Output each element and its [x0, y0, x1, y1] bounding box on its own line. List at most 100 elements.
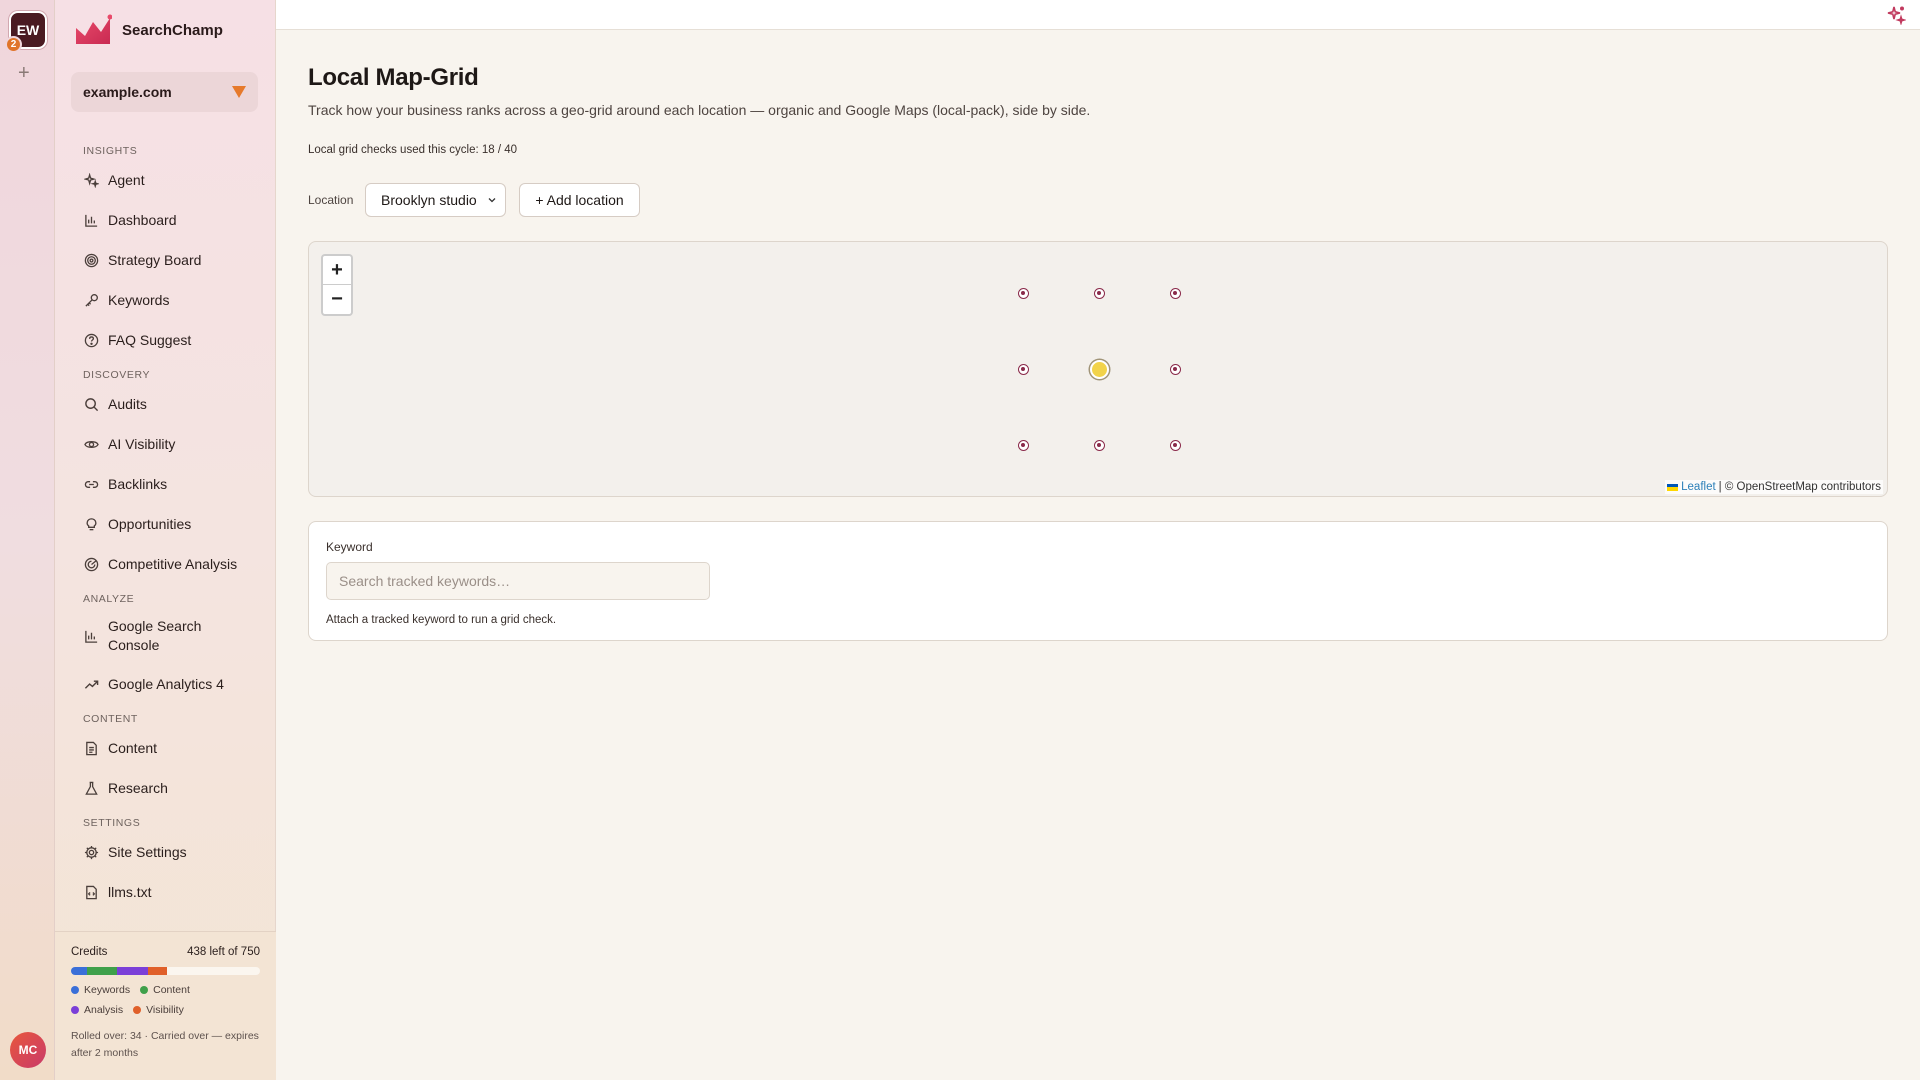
sidebar-item-label: llms.txt: [108, 883, 152, 900]
search-icon: [83, 396, 99, 412]
page-subtitle: Track how your business ranks across a g…: [308, 102, 1091, 118]
usage-counter: Local grid checks used this cycle: 18 / …: [308, 144, 518, 156]
sidebar-item-label: Dashboard: [108, 211, 177, 228]
grid-point-marker[interactable]: [1169, 363, 1181, 375]
legend-item-analysis: Analysis: [71, 1004, 123, 1016]
workspace-initials: EW: [16, 22, 40, 38]
sidebar-item-keywords[interactable]: Keywords: [55, 280, 276, 320]
sidebar-item-google-search-console[interactable]: Google Search Console: [55, 608, 276, 664]
user-avatar[interactable]: MC: [10, 1032, 46, 1068]
sidebar-item-label: Research: [108, 779, 168, 796]
grid-point-marker[interactable]: [1169, 439, 1181, 451]
legend-dot: [71, 986, 79, 994]
top-bar: [276, 0, 1920, 30]
workspace-rail: EW 2 + MC: [0, 0, 55, 1080]
legend-item-keywords: Keywords: [71, 984, 130, 996]
add-workspace-button[interactable]: +: [18, 63, 30, 83]
sidebar-item-label: Backlinks: [108, 475, 168, 492]
sidebar-item-faq-suggest[interactable]: FAQ Suggest: [55, 320, 276, 360]
sidebar-item-label: Google Search Console: [108, 618, 202, 653]
sidebar-item-strategy-board[interactable]: Strategy Board: [55, 240, 276, 280]
sidebar-item-content[interactable]: Content: [55, 728, 276, 768]
location-select[interactable]: Brooklyn studio: [365, 183, 506, 217]
grid-point-marker[interactable]: [1017, 439, 1029, 451]
lightbulb-icon: [83, 516, 99, 532]
nav-section-settings: SETTINGS: [83, 817, 141, 829]
nav-section-content: CONTENT: [83, 713, 138, 725]
ukraine-flag-icon: [1667, 483, 1679, 491]
sidebar-item-research[interactable]: Research: [55, 768, 276, 808]
sidebar-item-label: Opportunities: [108, 515, 192, 532]
page-title: Local Map-Grid: [308, 64, 479, 91]
sidebar-item-label: AI Visibility: [108, 435, 176, 452]
nav-section-insights: INSIGHTS: [83, 145, 138, 157]
zoom-control: + −: [321, 254, 353, 316]
sidebar-item-label: Agent: [108, 171, 145, 188]
sidebar-item-opportunities[interactable]: Opportunities: [55, 504, 276, 544]
legend-dot: [71, 1006, 79, 1014]
map-grid[interactable]: + − Leaflet | © OpenStreetMap contributo…: [308, 241, 1888, 497]
legend-label: Visibility: [146, 1004, 184, 1016]
sidebar-item-competitive-analysis[interactable]: Competitive Analysis: [55, 544, 276, 584]
brand-name: SearchChamp: [122, 21, 223, 39]
zoom-in-button[interactable]: +: [323, 256, 351, 285]
bar-chart-icon: [83, 212, 99, 228]
key-icon: [83, 292, 99, 308]
credits-summary: 438 left of 750: [187, 946, 260, 958]
sidebar-item-label: FAQ Suggest: [108, 331, 192, 348]
brand[interactable]: SearchChamp: [75, 14, 223, 46]
gear-icon: [83, 844, 99, 860]
legend-dot: [133, 1006, 142, 1014]
caret-down-icon: [232, 86, 246, 98]
legend-label: Analysis: [84, 1004, 124, 1016]
legend-label: Keywords: [84, 984, 131, 996]
legend-dot: [140, 986, 149, 994]
sidebar-item-llms-txt[interactable]: llms.txt: [55, 872, 276, 912]
keyword-search-input[interactable]: [326, 562, 710, 600]
grid-point-marker[interactable]: [1169, 287, 1181, 299]
credits-legend: Keywords Content Analysis Visibility: [71, 984, 221, 1016]
legend-label: Content: [153, 984, 190, 996]
site-selector-value: example.com: [83, 84, 172, 100]
grid-point-marker[interactable]: [1017, 363, 1029, 375]
eye-icon: [83, 436, 99, 452]
keyword-label: Keyword: [326, 540, 373, 554]
sidebar-item-label: Keywords: [108, 291, 170, 308]
add-location-button[interactable]: + Add location: [519, 183, 640, 217]
sidebar-item-ai-visibility[interactable]: AI Visibility: [55, 424, 276, 464]
grid-point-marker[interactable]: [1093, 439, 1105, 451]
legend-item-content: Content: [140, 984, 190, 996]
sidebar-item-label: Google Analytics 4: [108, 675, 224, 692]
target-icon: [83, 252, 99, 268]
nav-section-analyze: ANALYZE: [83, 593, 135, 605]
attribution-text: | © OpenStreetMap contributors: [1718, 481, 1881, 493]
sparkle-icon[interactable]: [1886, 5, 1906, 25]
sidebar-item-google-analytics-4[interactable]: Google Analytics 4: [55, 664, 276, 704]
sidebar-item-agent[interactable]: Agent: [55, 160, 276, 200]
credits-segment-analysis: [116, 967, 149, 975]
zoom-out-button[interactable]: −: [323, 285, 351, 314]
sidebar-item-site-settings[interactable]: Site Settings: [55, 832, 276, 872]
sidebar-item-label: Site Settings: [108, 843, 187, 860]
nav-section-discovery: DISCOVERY: [83, 369, 151, 381]
location-select-value: Brooklyn studio: [381, 192, 477, 208]
keyword-card: Keyword Attach a tracked keyword to run …: [308, 521, 1888, 641]
location-center-marker[interactable]: [1089, 359, 1109, 379]
sidebar-item-label: Audits: [108, 395, 147, 412]
leaflet-link[interactable]: Leaflet: [1681, 481, 1716, 493]
chevron-down-icon: [488, 198, 496, 203]
credits-segment-visibility: [148, 967, 168, 975]
location-label: Location: [308, 193, 354, 207]
sidebar-item-dashboard[interactable]: Dashboard: [55, 200, 276, 240]
sidebar-item-label: Content: [108, 739, 158, 756]
grid-point-marker[interactable]: [1017, 287, 1029, 299]
credits-label: Credits: [71, 946, 108, 958]
credits-rollover-note: Rolled over: 34 · Carried over — expires…: [71, 1030, 259, 1059]
sidebar-item-audits[interactable]: Audits: [55, 384, 276, 424]
credits-segment-content: [87, 967, 117, 975]
sidebar-item-backlinks[interactable]: Backlinks: [55, 464, 276, 504]
site-selector[interactable]: example.com: [71, 72, 258, 112]
grid-point-marker[interactable]: [1093, 287, 1105, 299]
map-attribution: Leaflet | © OpenStreetMap contributors: [1665, 480, 1883, 494]
bar-chart-icon: [83, 628, 99, 644]
